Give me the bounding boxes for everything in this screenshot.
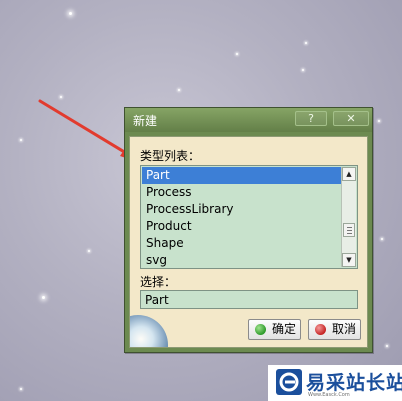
globe-decoration bbox=[130, 315, 168, 347]
list-item[interactable]: ProcessLibrary bbox=[142, 201, 341, 218]
star bbox=[178, 89, 180, 91]
grip-line bbox=[347, 230, 352, 231]
star bbox=[20, 388, 22, 390]
triangle-down-icon: ▼ bbox=[346, 256, 352, 264]
cancel-button[interactable]: 取消 bbox=[308, 319, 361, 340]
close-icon: ✕ bbox=[346, 112, 356, 125]
red-circle-icon bbox=[315, 324, 326, 335]
watermark-url: Www.Easck.Com bbox=[308, 392, 350, 398]
star bbox=[236, 53, 238, 55]
list-scrollbar[interactable]: ▲ ▼ bbox=[341, 167, 356, 267]
star bbox=[381, 238, 383, 240]
list-item[interactable]: Shape bbox=[142, 235, 341, 252]
star bbox=[305, 42, 307, 44]
ok-button-label: 确定 bbox=[272, 322, 297, 336]
dialog-title: 新建 bbox=[133, 114, 158, 128]
dialog-body: 类型列表： Part Process ProcessLibrary Produc… bbox=[129, 136, 368, 348]
site-watermark: 易采站长站 Www.Easck.Com bbox=[268, 365, 402, 401]
close-button[interactable]: ✕ bbox=[333, 111, 369, 126]
green-circle-icon bbox=[255, 324, 266, 335]
selection-field[interactable] bbox=[140, 290, 358, 309]
list-item[interactable]: svg bbox=[142, 252, 341, 269]
star bbox=[302, 69, 304, 71]
question-mark-icon: ? bbox=[308, 112, 314, 125]
cancel-button-label: 取消 bbox=[332, 322, 357, 336]
star bbox=[386, 345, 388, 347]
scroll-down-button[interactable]: ▼ bbox=[342, 253, 356, 267]
type-listbox[interactable]: Part Process ProcessLibrary Product Shap… bbox=[140, 165, 358, 269]
scroll-thumb[interactable] bbox=[343, 223, 355, 237]
list-item[interactable]: Process bbox=[142, 184, 341, 201]
scroll-up-button[interactable]: ▲ bbox=[342, 167, 356, 181]
help-button[interactable]: ? bbox=[295, 111, 327, 126]
grip-line bbox=[347, 233, 352, 234]
star bbox=[42, 296, 45, 299]
new-dialog: 新建 ? ✕ 类型列表： Part Process ProcessLibrary… bbox=[124, 107, 373, 353]
list-item[interactable]: Part bbox=[142, 167, 341, 184]
star bbox=[88, 250, 90, 252]
selection-label: 选择： bbox=[140, 275, 177, 289]
dialog-titlebar[interactable]: 新建 ? ✕ bbox=[125, 108, 372, 132]
grip-line bbox=[347, 227, 352, 228]
type-list: Part Process ProcessLibrary Product Shap… bbox=[142, 167, 341, 269]
triangle-up-icon: ▲ bbox=[346, 170, 352, 178]
type-list-label: 类型列表： bbox=[140, 149, 201, 163]
site-logo-icon bbox=[276, 369, 302, 395]
ok-button[interactable]: 确定 bbox=[248, 319, 301, 340]
list-item[interactable]: Product bbox=[142, 218, 341, 235]
star bbox=[378, 120, 380, 122]
watermark-name: 易采站长站 bbox=[306, 372, 402, 394]
